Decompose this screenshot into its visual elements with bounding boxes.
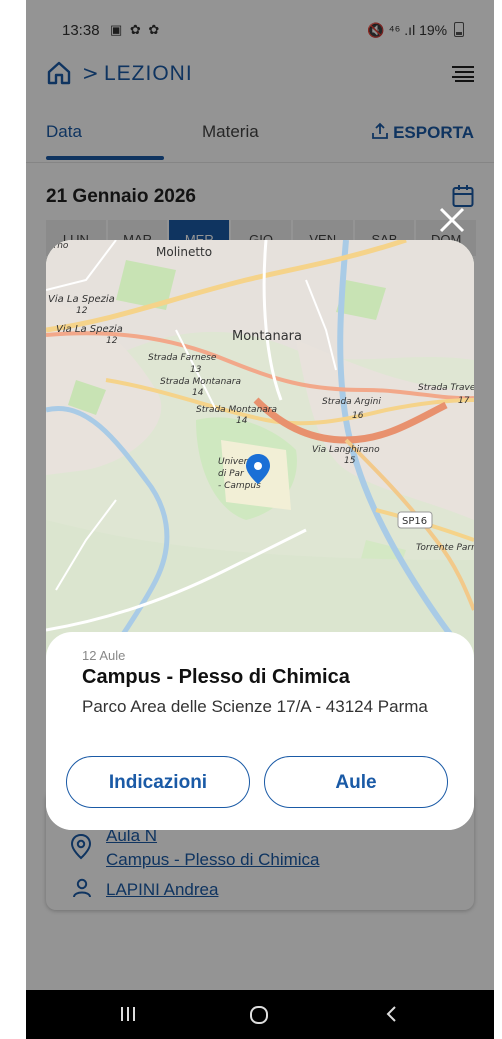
- map-label: Via La Spezia: [56, 324, 123, 335]
- map-label: Via Langhirano: [312, 445, 380, 455]
- location-popup: Molinetto arno Via La Spezia 12 Via La S…: [46, 240, 474, 830]
- map-label: 14: [192, 388, 204, 398]
- room-count: 12 Aule: [82, 648, 126, 663]
- rooms-button[interactable]: Aule: [264, 756, 448, 808]
- map-view[interactable]: Molinetto arno Via La Spezia 12 Via La S…: [46, 240, 474, 660]
- recent-apps-icon[interactable]: [118, 1004, 138, 1028]
- close-icon[interactable]: [438, 206, 466, 238]
- map-label: Strada Montanara: [160, 377, 241, 387]
- map-label: 13: [190, 365, 202, 375]
- map-label: 15: [344, 456, 356, 466]
- map-label: Strada Farnese: [148, 353, 217, 363]
- map-label: 17: [458, 396, 470, 406]
- road-shield: SP16: [402, 516, 427, 527]
- map-label: Molinetto: [156, 245, 212, 259]
- map-label: Univer: [218, 457, 249, 467]
- map-label: Strada Montanara: [196, 405, 277, 415]
- map-label: Montanara: [232, 329, 302, 344]
- back-icon[interactable]: [382, 1004, 402, 1028]
- map-label: 12: [106, 336, 118, 346]
- map-label: Strada Argini: [322, 397, 381, 407]
- phone-screen: 13:38 ▣ ✿ ✿ 🔇 ⁴⁶ .ıl 19% > LEZIONI Data …: [26, 0, 494, 1039]
- map-label: arno: [48, 241, 69, 251]
- system-nav-bar: [26, 990, 494, 1039]
- directions-button[interactable]: Indicazioni: [66, 756, 250, 808]
- map-label: 16: [352, 411, 364, 421]
- home-nav-icon[interactable]: [248, 1004, 270, 1030]
- map-label: 12: [76, 306, 88, 316]
- map-label: di Par: [218, 469, 245, 479]
- location-info-panel: 12 Aule Campus - Plesso di Chimica Parco…: [46, 632, 474, 830]
- place-name: Campus - Plesso di Chimica: [82, 666, 350, 688]
- map-label: - Campus: [218, 481, 261, 491]
- place-address: Parco Area delle Scienze 17/A - 43124 Pa…: [82, 697, 428, 716]
- map-label: Strada Trave: [418, 383, 474, 393]
- map-label: 14: [236, 416, 248, 426]
- map-label: Via La Spezia: [48, 294, 115, 305]
- map-label: Torrente Parma: [416, 543, 474, 553]
